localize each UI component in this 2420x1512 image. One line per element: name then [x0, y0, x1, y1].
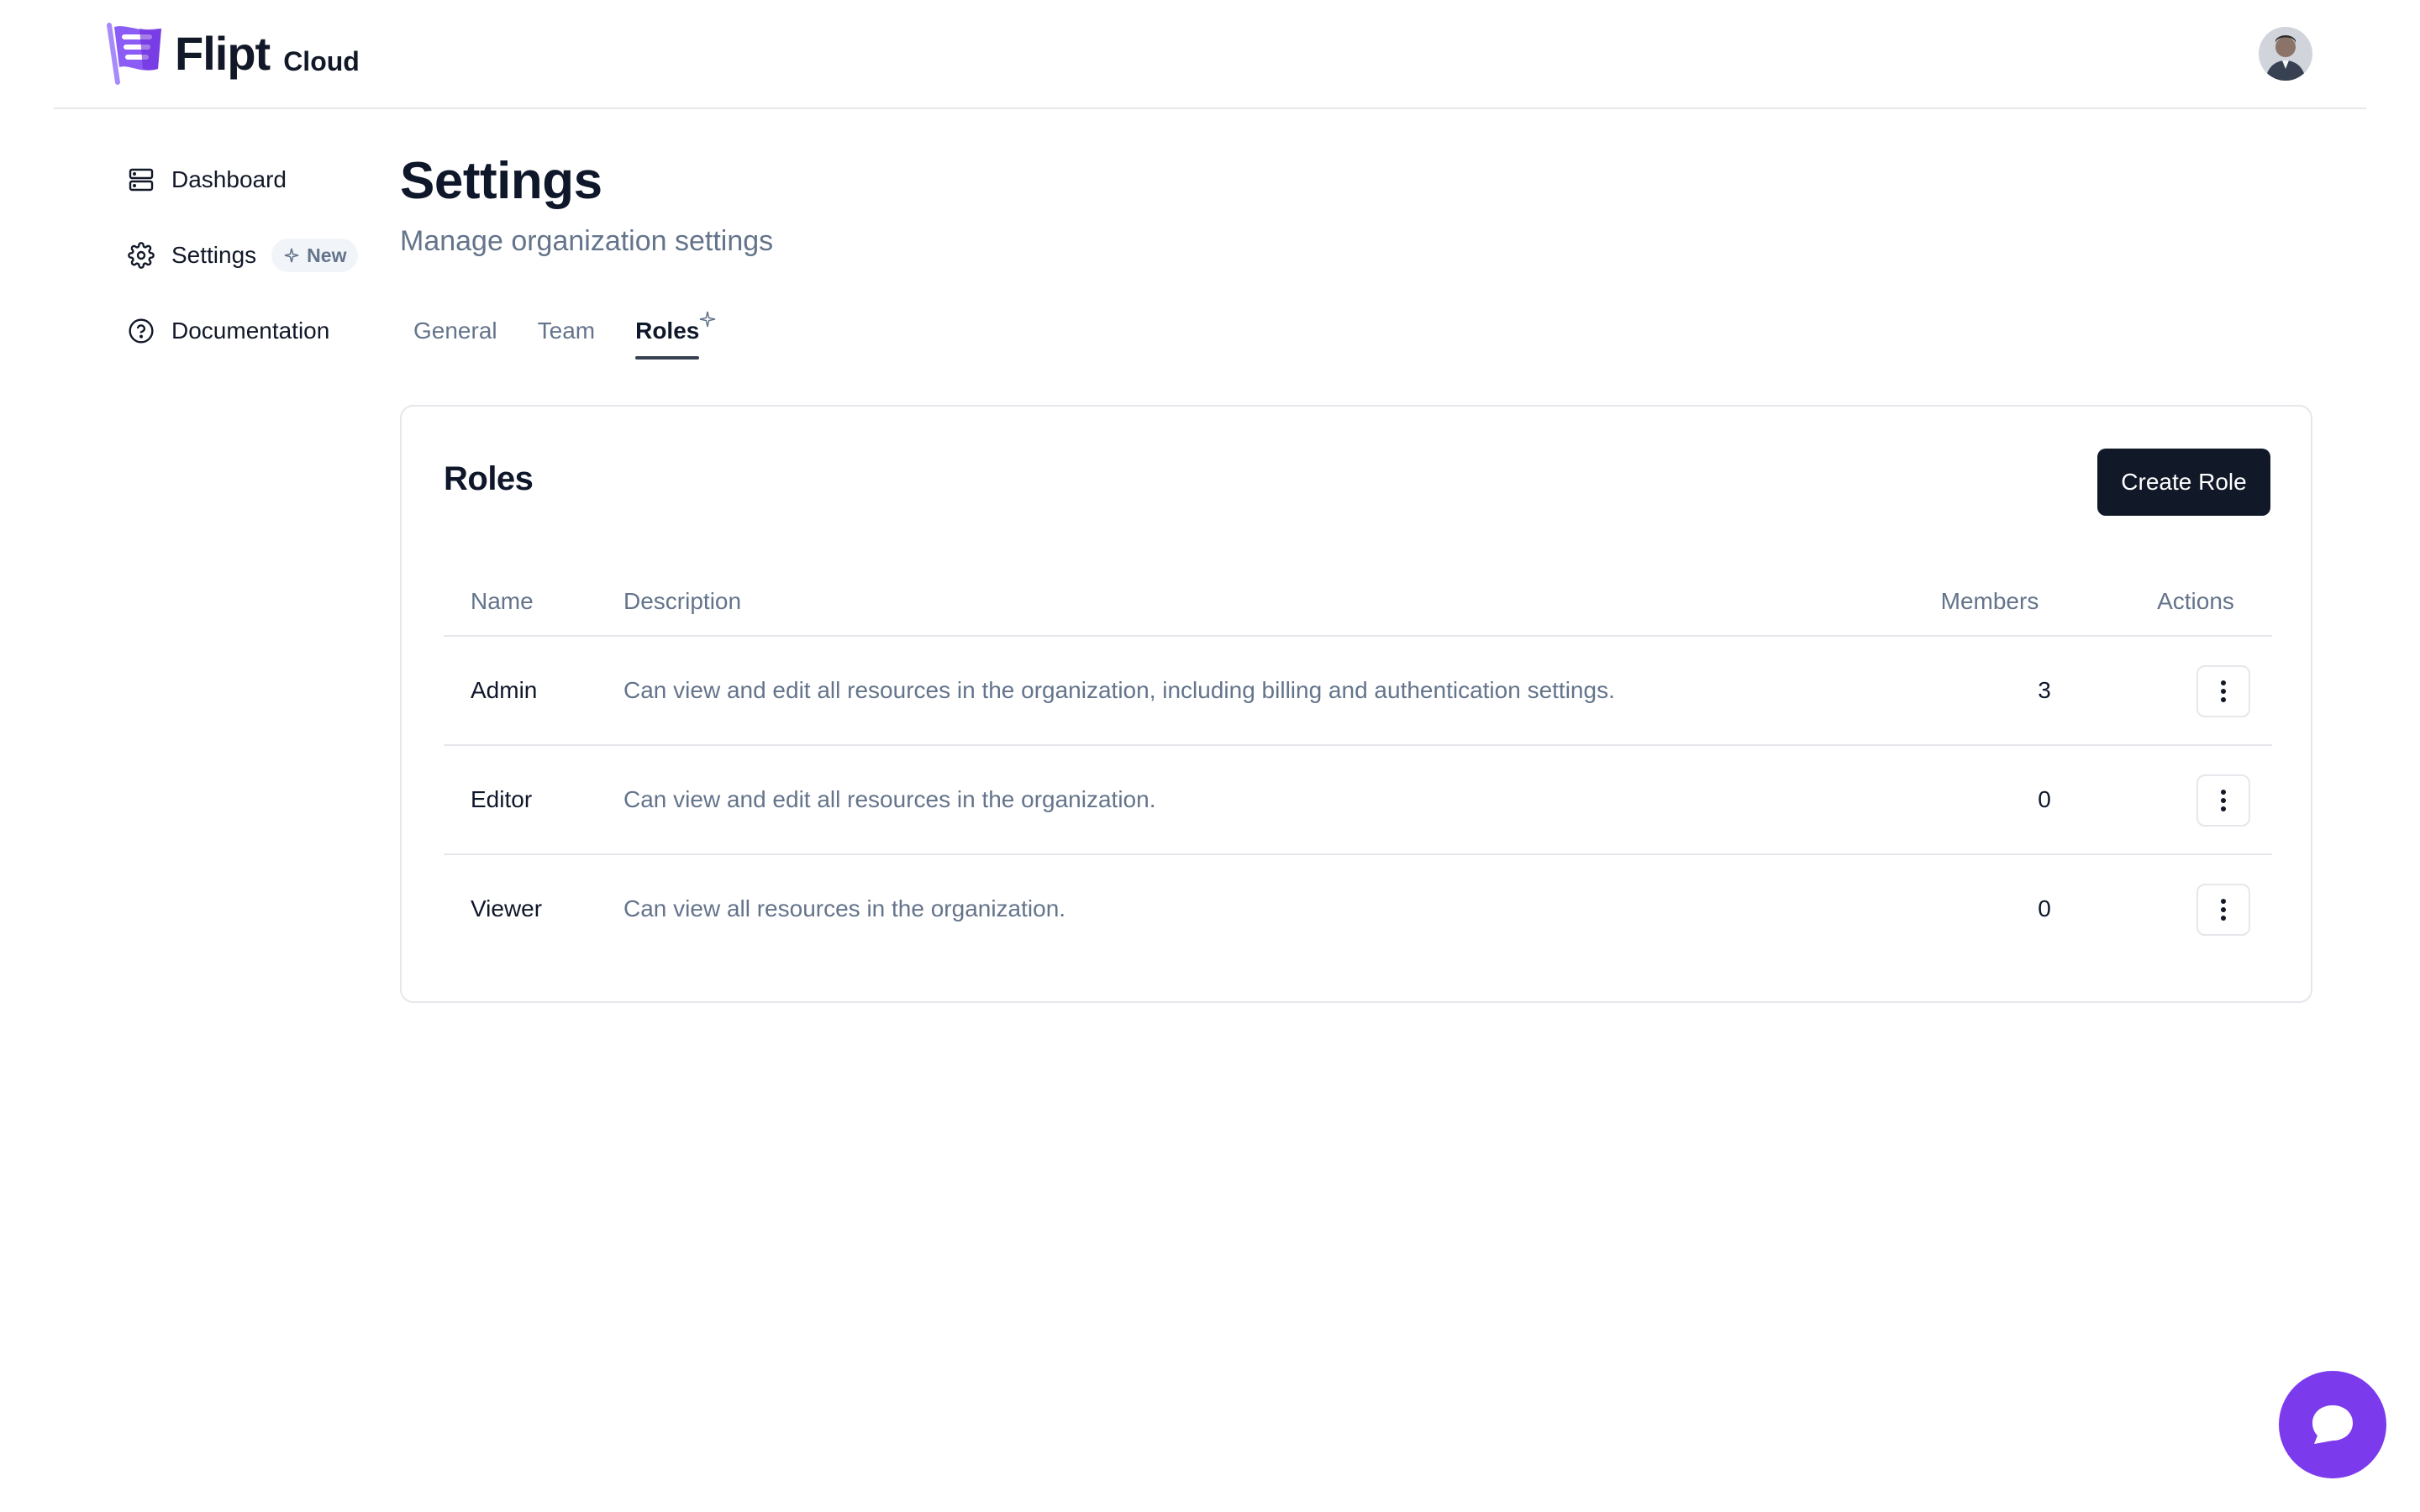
tab-general[interactable]: General — [413, 318, 497, 360]
role-description: Can view all resources in the organizati… — [623, 895, 1066, 921]
row-actions-button[interactable] — [2196, 774, 2250, 827]
sidebar-item-dashboard[interactable]: Dashboard — [128, 156, 380, 203]
role-description: Can view and edit all resources in the o… — [623, 786, 1156, 812]
brand-suffix: Cloud — [283, 45, 360, 76]
role-name: Admin — [471, 677, 538, 703]
new-badge: New — [271, 239, 359, 272]
role-members-count: 0 — [2038, 786, 2051, 812]
role-description: Can view and edit all resources in the o… — [623, 677, 1615, 703]
row-actions-button[interactable] — [2196, 665, 2250, 717]
more-vertical-icon — [2221, 790, 2226, 811]
table-row: Viewer Can view all resources in the org… — [444, 855, 2272, 964]
flipt-logo[interactable]: Flipt Cloud — [106, 22, 360, 86]
user-avatar[interactable] — [2259, 27, 2312, 81]
gear-icon — [128, 242, 155, 269]
sidebar-item-label: Settings — [171, 242, 257, 268]
top-header: Flipt Cloud — [54, 0, 2366, 109]
tab-team[interactable]: Team — [538, 318, 595, 360]
role-members-count: 0 — [2038, 895, 2051, 921]
tab-roles[interactable]: Roles — [635, 311, 716, 360]
table-header-row: Name Description Members Actions — [444, 566, 2272, 637]
roles-table: Name Description Members Actions Admin C… — [444, 566, 2272, 964]
help-circle-icon — [129, 318, 154, 344]
column-header-actions: Actions — [2157, 588, 2234, 614]
roles-card: Roles Create Role Name Description Membe… — [400, 405, 2312, 1003]
brand-name: Flipt — [175, 27, 271, 80]
sidebar-item-label: Documentation — [171, 318, 330, 344]
role-name: Editor — [471, 786, 533, 812]
chat-launcher-button[interactable] — [2279, 1371, 2386, 1478]
sidebar-item-label: Dashboard — [171, 166, 287, 192]
page-title: Settings — [400, 152, 602, 210]
sidebar-item-documentation[interactable]: Documentation — [128, 307, 380, 354]
role-name: Viewer — [471, 895, 543, 921]
table-row: Admin Can view and edit all resources in… — [444, 637, 2272, 746]
server-icon — [129, 168, 154, 192]
badge-label: New — [307, 244, 347, 266]
column-header-description: Description — [623, 588, 742, 614]
chat-bubble-icon — [2312, 1405, 2353, 1444]
sidebar-item-settings[interactable]: Settings New — [128, 232, 380, 279]
tab-label: Roles — [635, 318, 700, 344]
flag-logo-icon — [107, 23, 161, 85]
row-actions-button[interactable] — [2196, 884, 2250, 936]
user-avatar-icon — [2259, 27, 2312, 81]
column-header-members: Members — [1940, 588, 2039, 614]
table-row: Editor Can view and edit all resources i… — [444, 746, 2272, 855]
sparkle-icon — [700, 311, 716, 328]
settings-tabs: General Team Roles — [413, 311, 739, 360]
sparkle-icon — [284, 248, 299, 263]
sidebar-nav: Dashboard Settings New Documentation — [128, 156, 380, 383]
more-vertical-icon — [2221, 680, 2226, 702]
page-subtitle: Manage organization settings — [400, 225, 774, 257]
create-role-button[interactable]: Create Role — [2097, 449, 2270, 516]
column-header-name: Name — [471, 588, 534, 614]
card-title: Roles — [444, 460, 534, 497]
more-vertical-icon — [2221, 899, 2226, 921]
role-members-count: 3 — [2038, 677, 2051, 703]
